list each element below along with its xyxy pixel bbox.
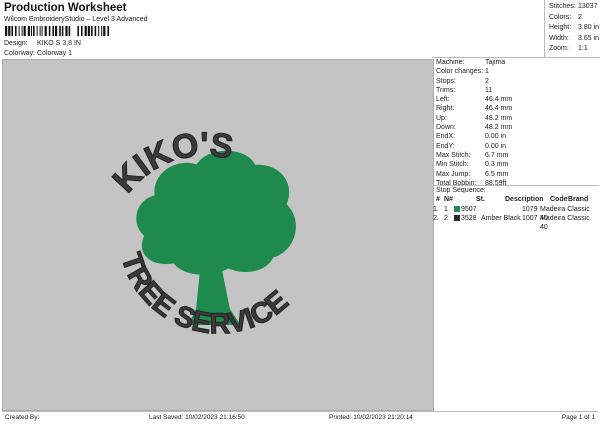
column-header: Code [550,196,568,204]
colorway-row: Colorway: Colorway 1 [4,50,72,57]
stop-sequence-header: # N# St. Description Code Brand [433,195,599,204]
colorway-value: Colorway 1 [37,50,73,57]
stat-label: Colors: [549,13,572,21]
row-index: 2. [433,214,439,222]
property-value: 1 [485,68,489,76]
property-label: Stops: [436,77,456,85]
design-label: Design: [4,40,28,47]
stat-label: Zoom: [549,45,569,52]
property-label: Min Stitch: [436,161,469,169]
property-label: Max Stitch: [436,151,471,159]
needle-number: 2 [444,214,448,222]
created-by: Created By: [5,414,40,421]
thread-code: 1007 [522,214,538,222]
property-row: Color changes: 1 [433,67,599,76]
thread-brand: Madeira Classic 40 [540,214,590,232]
design-preview: KIKO'S TREE SERVICE [2,59,434,411]
property-value: 11 [485,86,493,94]
property-value: 48.2 mm [485,124,513,132]
software-name: Wilcom EmbroideryStudio – Level 3 Advanc… [4,16,148,23]
property-row: Machine: Tajima [433,58,599,67]
property-value: 6.7 mm [485,151,509,159]
stat-row: Height: 3.80 in [549,24,599,31]
stat-value: 1:1 [578,45,588,52]
column-header: St. [476,196,485,204]
property-value: 46.4 mm [485,96,513,104]
property-label: Down: [436,124,456,132]
stat-value: 2 [578,13,582,21]
property-value: 48.2 mm [485,114,513,122]
property-label: Machine: [436,59,465,66]
property-row: Down: 48.2 mm [433,123,599,132]
property-value: 0.00 in [485,133,507,141]
stats-box: Stitches: 13037 Colors: 2 Height: 3.80 in Widt… [544,0,600,58]
stat-value: 3.80 in [578,24,600,31]
property-value: 46.4 mm [485,105,513,113]
property-label: Color changes: [436,68,484,76]
property-label: EndX: [436,133,456,141]
stop-sequence: Stop Sequence: # N# St. Description Code Bran… [433,185,599,231]
property-row: Min Stitch: 0.3 mm [433,160,599,169]
footer: Created By: Last Saved: 10/02/2023 21:16… [2,411,598,423]
property-row: Max Stitch: 6.7 mm [433,151,599,160]
property-label: EndY: [436,142,455,150]
stat-row: Colors: 2 [549,14,582,21]
property-value: 0.3 mm [485,161,509,169]
color-description: Amber Black [481,214,521,222]
stat-value: 3.65 in [578,34,600,42]
property-row: Left: 46.4 mm [433,95,599,104]
property-label: Max Jump: [436,170,471,178]
embroidery-design: KIKO'S TREE SERVICE [105,125,296,341]
column-header: Brand [568,196,589,204]
stat-row: Width: 3.65 in [549,35,599,42]
table-row: 2. 2 3528 Amber Black 1007 Madeira Class… [433,214,599,231]
stat-label: Height: [549,24,572,31]
property-value: 2 [485,77,489,85]
page-title: Production Worksheet [4,2,127,14]
property-value: 0.00 in [485,142,507,150]
column-header: N# [444,196,453,204]
stitch-count: 9507 [461,205,477,213]
stop-sequence-title: Stop Sequence: [436,187,486,194]
property-label: Up: [436,114,447,122]
property-row: EndX: 0.00 in [433,132,599,141]
properties-panel: Machine: Tajima Color changes: 1 Stops: 2 Trim… [433,58,599,188]
design-value: KIKO S 3,8 IN [37,40,81,47]
property-row: Right: 46.4 mm [433,104,599,113]
stat-row: Zoom: 1:1 [549,45,588,52]
property-row: Trims: 11 [433,86,599,95]
color-swatch [454,215,460,222]
property-value: Tajima [485,59,506,66]
thread-code: 1079 [522,205,538,213]
stat-value: 13037 [578,3,598,10]
property-row: Stops: 2 [433,77,599,86]
colorway-label: Colorway: [4,50,36,57]
needle-number: 1 [444,205,448,213]
property-row: EndY: 0.00 in [433,142,599,151]
page-number: Page 1 of 1 [561,414,595,421]
design-row: Design: KIKO S 3,8 IN [4,40,81,47]
property-row: Max Jump: 6.5 mm [433,170,599,179]
row-index: 1. [433,205,439,213]
stat-row: Stitches: 13037 [549,3,597,10]
property-label: Trims: [436,86,456,94]
property-label: Left: [436,96,450,104]
stat-label: Stitches: [549,3,576,10]
stat-label: Width: [549,34,569,42]
barcode [5,26,109,36]
blank-box [432,0,544,58]
color-swatch [454,206,460,213]
stitch-count: 3528 [461,214,477,222]
property-value: 6.5 mm [485,170,509,178]
property-label: Right: [436,105,455,113]
last-saved: Last Saved: 10/02/2023 21:16:50 [149,414,245,421]
column-header: # [436,196,440,204]
table-row: 1. 1 9507 1079 Madeira Classic 40 [433,205,599,222]
property-row: Up: 48.2 mm [433,114,599,123]
printed-date: Printed: 10/02/2023 21:20:14 [329,414,413,421]
column-header: Description [505,196,544,204]
